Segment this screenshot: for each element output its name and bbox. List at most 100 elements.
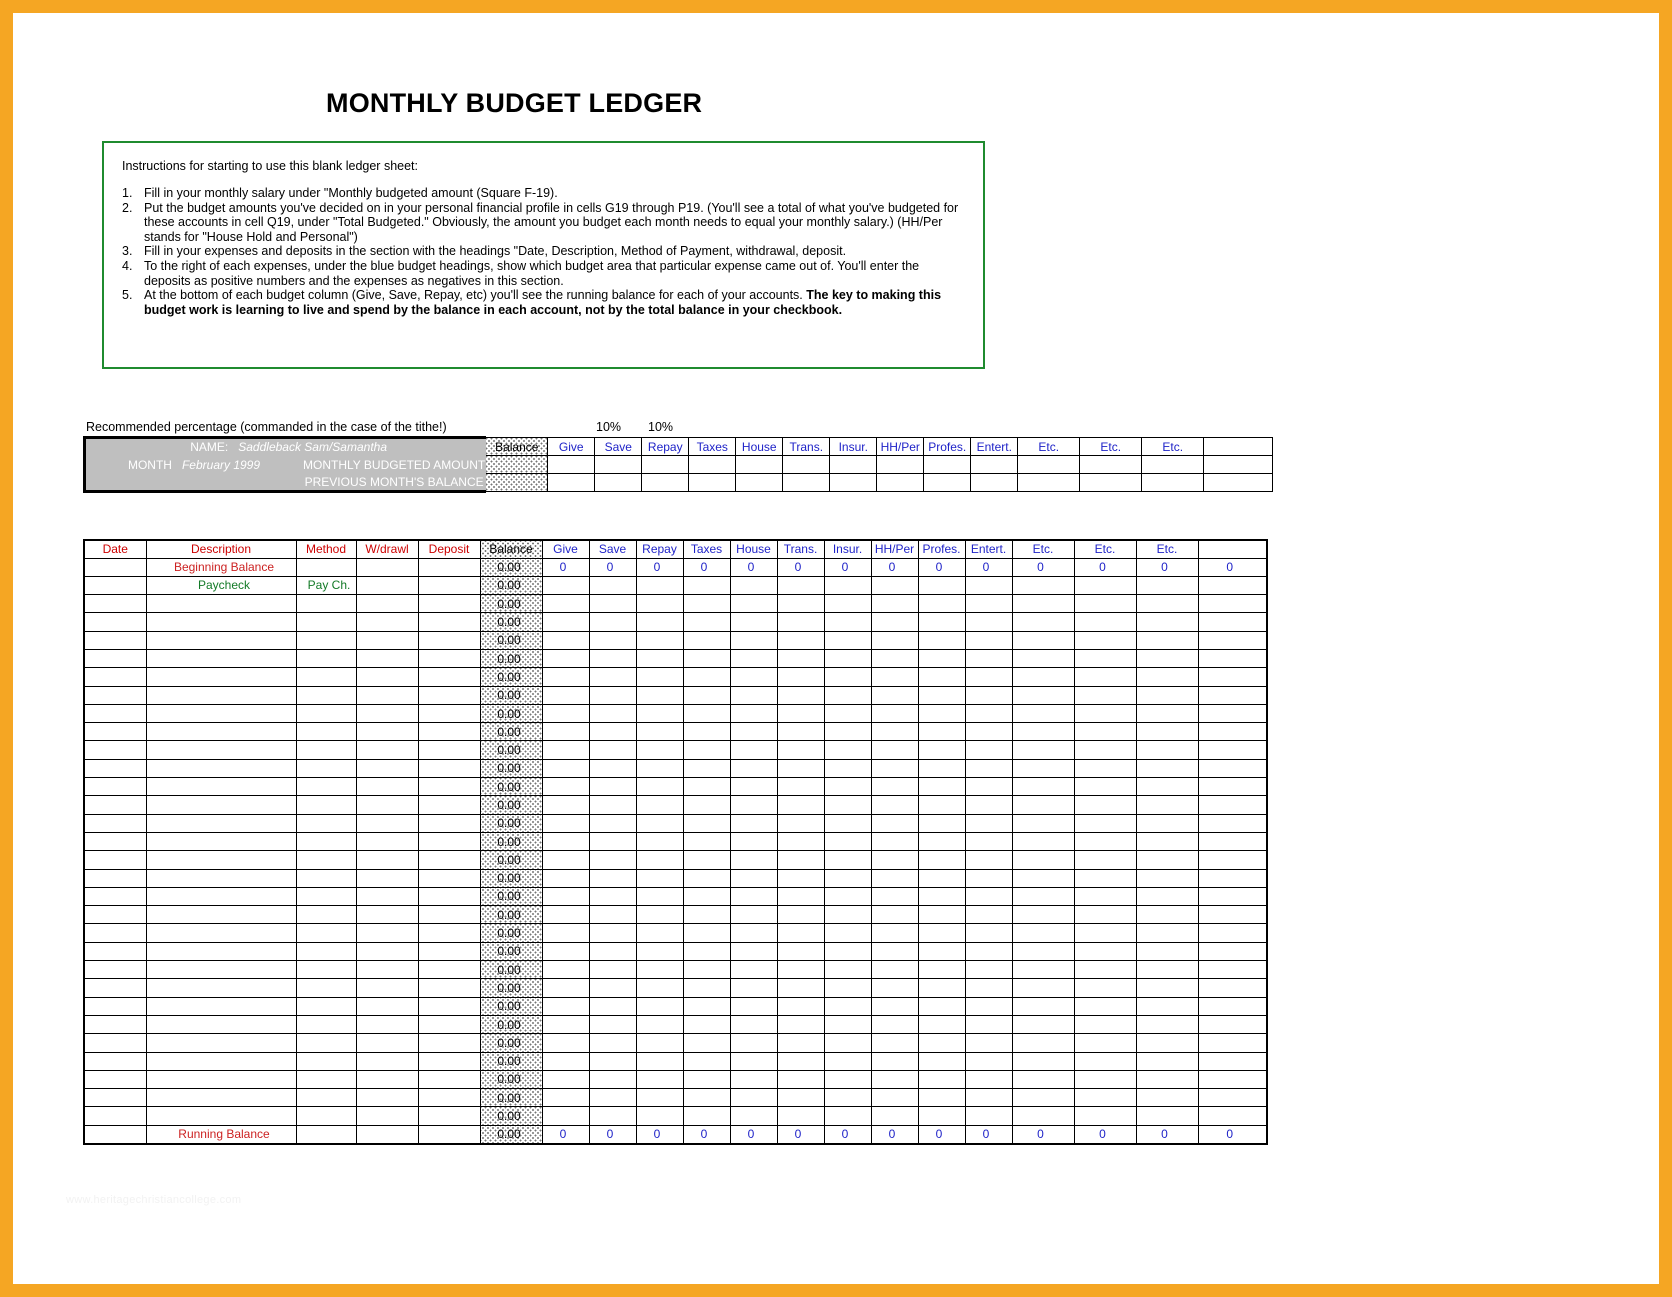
- deposit-cell[interactable]: [417, 905, 481, 925]
- budget-entry-cell[interactable]: [870, 960, 919, 980]
- budget-entry-cell[interactable]: [776, 575, 825, 596]
- budget-entry-cell[interactable]: [1011, 1069, 1075, 1090]
- description-cell[interactable]: [145, 758, 297, 779]
- budget-entry-cell[interactable]: [1197, 795, 1268, 815]
- budget-entry-cell[interactable]: [1073, 960, 1137, 980]
- budget-entry-cell[interactable]: [1197, 905, 1268, 925]
- budget-entry-cell[interactable]: [729, 1033, 778, 1053]
- budget-entry-cell[interactable]: 0: [776, 1124, 825, 1145]
- budget-entry-cell[interactable]: [541, 813, 590, 833]
- budget-entry-cell[interactable]: [870, 886, 919, 907]
- budget-entry-cell[interactable]: [635, 1033, 684, 1053]
- budget-entry-cell[interactable]: [917, 978, 966, 998]
- date-cell[interactable]: [83, 1014, 147, 1035]
- budget-entry-cell[interactable]: [1135, 850, 1199, 870]
- budget-entry-cell[interactable]: 0: [682, 1124, 731, 1145]
- budget-entry-cell[interactable]: [635, 813, 684, 833]
- ledger-budget-header[interactable]: Give: [541, 539, 590, 559]
- budget-entry-cell[interactable]: [823, 740, 872, 760]
- description-cell[interactable]: [145, 1088, 297, 1108]
- budget-entry-cell[interactable]: [776, 886, 825, 907]
- deposit-cell[interactable]: [417, 740, 481, 760]
- budget-entry-cell[interactable]: [964, 1106, 1013, 1126]
- budget-entry-cell[interactable]: 0: [823, 557, 872, 577]
- budget-entry-cell[interactable]: [964, 905, 1013, 925]
- description-cell[interactable]: [145, 813, 297, 833]
- budget-entry-cell[interactable]: [823, 777, 872, 797]
- budget-entry-cell[interactable]: [635, 886, 684, 907]
- date-cell[interactable]: [83, 960, 147, 980]
- budget-entry-cell[interactable]: 0: [729, 1124, 778, 1145]
- budget-entry-cell[interactable]: [682, 630, 731, 650]
- budget-entry-cell[interactable]: [823, 795, 872, 815]
- budget-entry-cell[interactable]: [588, 868, 637, 888]
- budget-entry-cell[interactable]: [917, 758, 966, 779]
- budget-entry-cell[interactable]: [1011, 868, 1075, 888]
- budget-entry-cell[interactable]: [635, 777, 684, 797]
- budget-entry-cell[interactable]: [776, 777, 825, 797]
- deposit-cell[interactable]: [417, 978, 481, 998]
- ledger-budget-header[interactable]: Save: [588, 539, 637, 559]
- budget-entry-cell[interactable]: [964, 850, 1013, 870]
- budget-entry-cell[interactable]: [1073, 941, 1137, 962]
- budget-entry-cell[interactable]: [1135, 703, 1199, 724]
- budget-entry-cell[interactable]: [1135, 630, 1199, 650]
- date-cell[interactable]: [83, 667, 147, 687]
- description-cell[interactable]: [145, 722, 297, 742]
- budget-amount-cell[interactable]: [594, 455, 643, 474]
- withdrawal-cell[interactable]: [355, 703, 419, 724]
- budget-entry-cell[interactable]: [1135, 996, 1199, 1016]
- budget-entry-cell[interactable]: [917, 740, 966, 760]
- budget-entry-cell[interactable]: [776, 868, 825, 888]
- budget-entry-cell[interactable]: [635, 960, 684, 980]
- budget-entry-cell[interactable]: [823, 941, 872, 962]
- budget-entry-cell[interactable]: [776, 648, 825, 669]
- ledger-budget-header[interactable]: Insur.: [823, 539, 872, 559]
- deposit-cell[interactable]: [417, 594, 481, 614]
- date-cell[interactable]: [83, 630, 147, 650]
- budget-entry-cell[interactable]: [1073, 777, 1137, 797]
- budget-entry-cell[interactable]: [541, 740, 590, 760]
- budget-entry-cell[interactable]: [541, 703, 590, 724]
- budget-entry-cell[interactable]: [870, 594, 919, 614]
- budget-entry-cell[interactable]: [823, 1069, 872, 1090]
- budget-entry-cell[interactable]: [1135, 667, 1199, 687]
- deposit-cell[interactable]: [417, 795, 481, 815]
- deposit-cell[interactable]: [417, 1014, 481, 1035]
- date-cell[interactable]: [83, 575, 147, 596]
- withdrawal-cell[interactable]: [355, 941, 419, 962]
- budget-entry-cell[interactable]: [776, 941, 825, 962]
- budget-entry-cell[interactable]: [729, 758, 778, 779]
- description-cell[interactable]: [145, 868, 297, 888]
- budget-entry-cell[interactable]: [682, 667, 731, 687]
- budget-entry-cell[interactable]: [1011, 630, 1075, 650]
- budget-entry-cell[interactable]: [635, 648, 684, 669]
- budget-entry-cell[interactable]: [729, 1088, 778, 1108]
- budget-entry-cell[interactable]: [682, 575, 731, 596]
- budget-entry-cell[interactable]: [1197, 996, 1268, 1016]
- budget-entry-cell[interactable]: [588, 978, 637, 998]
- budget-entry-cell[interactable]: [1197, 594, 1268, 614]
- budget-entry-cell[interactable]: [682, 1033, 731, 1053]
- budget-entry-cell[interactable]: 0: [588, 1124, 637, 1145]
- method-cell[interactable]: [295, 777, 357, 797]
- description-cell[interactable]: [145, 685, 297, 705]
- budget-entry-cell[interactable]: [1073, 1106, 1137, 1126]
- budget-entry-cell[interactable]: 0: [1197, 1124, 1268, 1145]
- budget-entry-cell[interactable]: [588, 831, 637, 852]
- budget-entry-cell[interactable]: [870, 1051, 919, 1071]
- description-cell[interactable]: Running Balance: [145, 1124, 297, 1145]
- budget-entry-cell[interactable]: [541, 777, 590, 797]
- budget-column-header[interactable]: Etc.: [1141, 437, 1205, 456]
- budget-entry-cell[interactable]: [682, 685, 731, 705]
- budget-entry-cell[interactable]: [870, 703, 919, 724]
- budget-entry-cell[interactable]: [917, 594, 966, 614]
- budget-entry-cell[interactable]: [541, 941, 590, 962]
- budget-entry-cell[interactable]: [635, 923, 684, 943]
- method-cell[interactable]: [295, 557, 357, 577]
- deposit-cell[interactable]: [417, 1124, 481, 1145]
- budget-entry-cell[interactable]: [917, 1106, 966, 1126]
- budget-entry-cell[interactable]: [729, 648, 778, 669]
- budget-entry-cell[interactable]: [964, 960, 1013, 980]
- budget-entry-cell[interactable]: [1011, 905, 1075, 925]
